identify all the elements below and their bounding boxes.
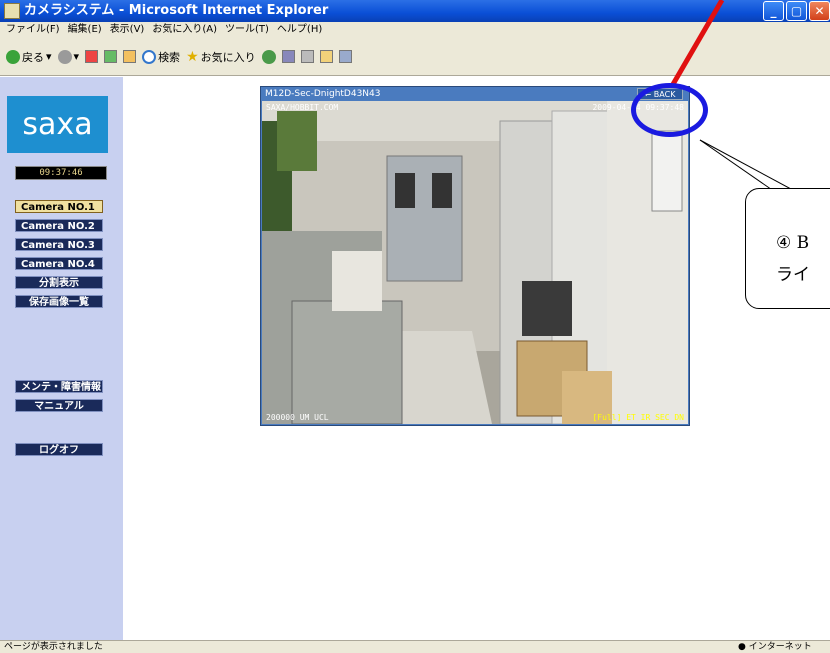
callout-line-1: ④ B bbox=[776, 233, 810, 253]
camera-3-button[interactable]: Camera NO.3 bbox=[15, 238, 103, 251]
security-zone: ● インターネット bbox=[738, 642, 812, 652]
camera-4-button[interactable]: Camera NO.4 bbox=[15, 257, 103, 270]
office-scene-image bbox=[262, 101, 688, 424]
print-icon[interactable] bbox=[300, 50, 314, 63]
home-icon[interactable] bbox=[123, 50, 137, 63]
maintenance-info-button[interactable]: メンテ・障害情報 bbox=[15, 380, 103, 393]
camera-image: SAXA/HOBBIT.COM 2009-04-24 09:37:48 2000… bbox=[262, 101, 688, 424]
menu-bar: ファイル(F) 編集(E) 表示(V) お気に入り(A) ツール(T) ヘルプ(… bbox=[0, 22, 830, 38]
split-view-button[interactable]: 分割表示 bbox=[15, 276, 103, 289]
callout-box: ④ B ライ bbox=[745, 188, 830, 309]
annotation-circle bbox=[631, 83, 708, 137]
status-text: ページが表示されました bbox=[4, 642, 103, 652]
saxa-logo: saxa bbox=[7, 96, 108, 153]
callout-line-2: ライ bbox=[776, 265, 810, 285]
refresh-icon[interactable] bbox=[104, 50, 118, 63]
browser-toolbar: 戻る ▾ ▾ 検索 ★ お気に入り bbox=[0, 38, 830, 76]
messenger-icon[interactable] bbox=[338, 50, 352, 63]
back-arrow-icon bbox=[6, 49, 20, 64]
camera-title: M12D-Sec-DnightD43N43 bbox=[265, 89, 381, 99]
forward-arrow-icon bbox=[57, 49, 72, 64]
overlay-bottom-left: 200000 UM UCL bbox=[266, 413, 329, 422]
favorites-button[interactable]: ★ お気に入り bbox=[186, 49, 256, 65]
app-icon bbox=[4, 3, 20, 19]
menu-file[interactable]: ファイル(F) bbox=[6, 22, 60, 38]
overlay-bottom-right: [Full] ET IR SEC DN bbox=[592, 413, 684, 422]
window-title: カメラシステム - Microsoft Internet Explorer bbox=[24, 3, 329, 18]
maximize-button[interactable]: ▢ bbox=[786, 1, 807, 21]
menu-tools[interactable]: ツール(T) bbox=[225, 22, 269, 38]
menu-edit[interactable]: 編集(E) bbox=[68, 22, 102, 38]
window-controls: _ ▢ ✕ bbox=[763, 1, 830, 21]
sidebar: saxa 09:37:46 Camera NO.1 Camera NO.2 Ca… bbox=[0, 77, 123, 640]
saved-images-button[interactable]: 保存画像一覧 bbox=[15, 295, 103, 308]
forward-button[interactable]: ▾ bbox=[57, 49, 79, 64]
manual-button[interactable]: マニュアル bbox=[15, 399, 103, 412]
overlay-top-left: SAXA/HOBBIT.COM bbox=[266, 103, 339, 112]
menu-help[interactable]: ヘルプ(H) bbox=[277, 22, 322, 38]
minimize-button[interactable]: _ bbox=[763, 1, 784, 21]
clock-display: 09:37:46 bbox=[15, 166, 107, 180]
star-icon: ★ bbox=[186, 48, 199, 65]
logoff-button[interactable]: ログオフ bbox=[15, 443, 103, 456]
close-button[interactable]: ✕ bbox=[809, 1, 830, 21]
stop-icon[interactable] bbox=[85, 50, 99, 63]
edit-icon[interactable] bbox=[319, 50, 333, 63]
camera-1-button[interactable]: Camera NO.1 bbox=[15, 200, 103, 213]
search-icon bbox=[142, 49, 157, 64]
back-button[interactable]: 戻る ▾ bbox=[6, 49, 52, 65]
search-button[interactable]: 検索 bbox=[142, 49, 180, 65]
history-icon[interactable] bbox=[261, 49, 276, 64]
mail-icon[interactable] bbox=[281, 50, 295, 63]
window-titlebar: カメラシステム - Microsoft Internet Explorer _ … bbox=[0, 0, 830, 22]
menu-view[interactable]: 表示(V) bbox=[110, 22, 145, 38]
status-bar: ページが表示されました ● インターネット bbox=[0, 640, 830, 653]
camera-2-button[interactable]: Camera NO.2 bbox=[15, 219, 103, 232]
menu-favorites[interactable]: お気に入り(A) bbox=[152, 22, 217, 38]
